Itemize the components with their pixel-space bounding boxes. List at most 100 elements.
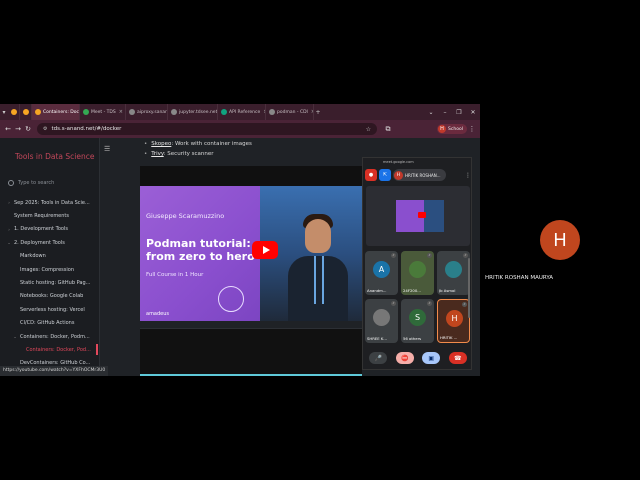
- back-icon[interactable]: ←: [3, 125, 13, 133]
- site-info-icon[interactable]: ⚙: [43, 126, 47, 132]
- forward-icon[interactable]: →: [13, 125, 23, 133]
- tab-favicon-icon: [221, 109, 227, 115]
- minimize-icon[interactable]: –: [438, 109, 452, 116]
- tab-list-icon[interactable]: ⌄: [424, 109, 438, 116]
- bullet-skopeo: Skopeo: Work with container images: [144, 141, 252, 147]
- sidebar-item[interactable]: ⌄ Containers: Docker, Podm...: [0, 330, 100, 343]
- sidebar-item-label: Notebooks: Google Colab: [20, 293, 84, 300]
- bullet-text: : Security scanner: [163, 151, 214, 157]
- participant-avatar: [373, 309, 390, 326]
- video-progress-strip: [140, 374, 362, 376]
- sidebar-search-input[interactable]: Type to search: [8, 178, 96, 188]
- tab-label: API Reference: [229, 109, 261, 115]
- pip-controls: 🎤 ⛔ ▣ ☎: [365, 350, 471, 366]
- sidebar-item[interactable]: CI/CD: GitHub Actions: [0, 317, 100, 330]
- tab-favicon-icon: [83, 109, 89, 115]
- participant-name: Jb Asmol: [439, 288, 456, 293]
- profile-chip[interactable]: H School: [437, 124, 467, 134]
- tab-favicon-icon: [129, 109, 135, 115]
- meet-pip-window: meet.google.com ● ⇱ H HRITIK ROSHAN... ⋮…: [362, 157, 472, 370]
- participant-tile[interactable]: ♪ 24F200...: [401, 251, 434, 295]
- speaker-head: [305, 219, 331, 253]
- browser-tab[interactable]: Containers: Doc×: [32, 104, 80, 120]
- participant-avatar: [409, 261, 426, 278]
- tab-close-icon[interactable]: ×: [119, 109, 123, 115]
- pip-more-icon[interactable]: ⋮: [465, 172, 471, 179]
- camera-off-icon[interactable]: ⛔: [395, 352, 414, 364]
- maximize-icon[interactable]: ❐: [452, 109, 466, 116]
- sidebar-item-label: Static hosting: GitHub Pag...: [20, 280, 91, 287]
- sidebar-item[interactable]: Images: Compression: [0, 263, 100, 276]
- sidebar-item-label: Containers: Docker, Pod...: [26, 346, 91, 353]
- tab-label: jupyter.tdsee.net: [179, 109, 218, 115]
- sidebar-item[interactable]: Serverless hosting: Vercel: [0, 303, 100, 316]
- sidebar-item[interactable]: System Requirements: [0, 209, 100, 222]
- participant-tile[interactable]: A ♪ Anandm...: [365, 251, 398, 295]
- browser-tab[interactable]: [8, 104, 20, 120]
- participant-tile[interactable]: ♪ SHREE K...: [365, 299, 398, 343]
- mic-muted-icon: ♪: [391, 253, 396, 258]
- browser-tab[interactable]: [20, 104, 32, 120]
- participant-avatar: H: [540, 220, 580, 260]
- video-title: Podman tutorial: from zero to hero: [146, 237, 255, 263]
- tab-search-icon[interactable]: ▾: [0, 104, 8, 120]
- leave-call-icon[interactable]: ☎: [448, 352, 467, 364]
- participant-name: HRITIK ...: [440, 335, 458, 340]
- chevron-icon: ›: [8, 200, 10, 206]
- sidebar-title[interactable]: Tools in Data Science: [15, 152, 94, 161]
- presenter-pill[interactable]: H HRITIK ROSHAN...: [393, 169, 446, 181]
- second-video-embed[interactable]: [140, 328, 362, 376]
- browser-tab[interactable]: jupyter.tdsee.net×: [168, 104, 218, 120]
- mic-icon[interactable]: 🎤: [369, 352, 388, 364]
- participant-avatar: S: [409, 309, 426, 326]
- search-icon: [8, 180, 14, 186]
- browser-tab[interactable]: Meet - TDS ×: [80, 104, 126, 120]
- tab-favicon-icon: [35, 109, 41, 115]
- browser-tab[interactable]: podman - CDI×: [266, 104, 314, 120]
- mic-muted-icon: ♪: [462, 302, 467, 307]
- address-bar[interactable]: ⚙ tds.s-anand.net/#/docker ☆: [37, 123, 377, 135]
- hamburger-menu-icon[interactable]: ☰: [104, 145, 110, 153]
- tab-label: Meet - TDS: [91, 109, 116, 115]
- reload-icon[interactable]: ↻: [23, 125, 33, 133]
- tab-favicon-icon: [11, 109, 17, 115]
- presenter-avatar: H: [394, 170, 403, 180]
- sidebar-item[interactable]: › 1. Development Tools: [0, 223, 100, 236]
- participant-tile[interactable]: S ♪ 56 others: [401, 299, 434, 343]
- pip-header: ● ⇱ H HRITIK ROSHAN... ⋮: [365, 168, 471, 182]
- browser-tab[interactable]: API Reference×: [218, 104, 266, 120]
- pip-scrollbar[interactable]: [468, 258, 470, 318]
- extensions-icon[interactable]: ⧉: [383, 125, 393, 134]
- pip-screen-share: [366, 186, 470, 246]
- close-icon[interactable]: ✕: [466, 109, 480, 116]
- participant-name: 24F200...: [403, 288, 421, 293]
- sidebar-item[interactable]: Static hosting: GitHub Pag...: [0, 276, 100, 289]
- participant-tile[interactable]: H ♪ HRITIK ...: [437, 299, 470, 343]
- trivy-link[interactable]: Trivy: [151, 151, 163, 157]
- participant-tile[interactable]: ♪ Jb Asmol: [437, 251, 470, 295]
- new-tab-button[interactable]: +: [314, 104, 322, 120]
- browser-tab[interactable]: aiproxy.sanan×: [126, 104, 168, 120]
- chevron-icon: ›: [8, 226, 10, 232]
- speaker-lanyard: [314, 256, 324, 304]
- recording-icon[interactable]: ●: [365, 169, 377, 181]
- tab-label: aiproxy.sanan: [137, 109, 168, 115]
- sidebar-item[interactable]: Containers: Docker, Pod...: [0, 343, 100, 356]
- youtube-embed[interactable]: Giuseppe Scaramuzzino Podman tutorial: f…: [140, 166, 362, 321]
- bookmark-star-icon[interactable]: ☆: [366, 126, 371, 133]
- browser-menu-icon[interactable]: ⋮: [467, 125, 477, 133]
- sidebar-item[interactable]: Markdown: [0, 250, 100, 263]
- play-button[interactable]: [252, 241, 278, 259]
- chevron-icon: ⌄: [7, 240, 11, 246]
- sidebar-item-label: Markdown: [20, 253, 46, 260]
- sidebar-item[interactable]: Notebooks: Google Colab: [0, 290, 100, 303]
- sidebar-item[interactable]: › Sep 2025: Tools in Data Scie...: [0, 196, 100, 209]
- sidebar-item[interactable]: ⌄ 2. Deployment Tools: [0, 236, 100, 249]
- bullet-trivy: Trivy: Security scanner: [144, 151, 214, 157]
- link-status-bar: https://youtube.com/watch?v=YXFhOCMr3U0: [0, 366, 109, 376]
- return-to-tab-icon[interactable]: ⇱: [379, 169, 391, 181]
- present-icon[interactable]: ▣: [422, 352, 441, 364]
- screen: ▾ Containers: Doc×Meet - TDS×aiproxy.san…: [0, 0, 640, 480]
- skopeo-link[interactable]: Skopeo: [151, 141, 171, 147]
- profile-label: School: [448, 126, 463, 132]
